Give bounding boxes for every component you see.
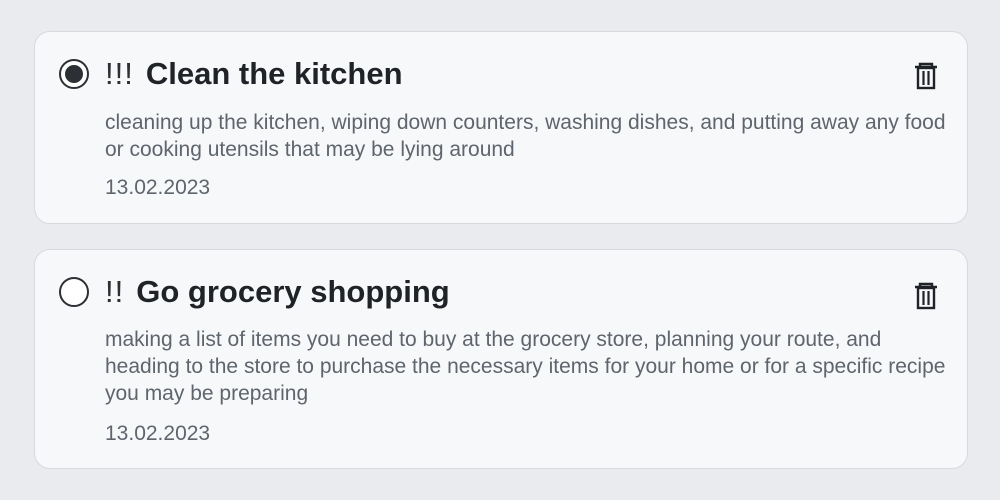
todo-title: Clean the kitchen [145,56,403,91]
todo-card: !! Go grocery shopping making a list of … [34,249,968,469]
todo-card: !!! Clean the kitchen cleaning up the ki… [34,31,968,224]
todo-title-row: !! Go grocery shopping [105,274,450,310]
todo-title-row: !!! Clean the kitchen [105,56,403,92]
todo-complete-radio[interactable] [59,59,89,89]
todo-complete-radio[interactable] [59,277,89,307]
todo-title: Go grocery shopping [136,274,450,309]
todo-priority: !!! [105,56,134,91]
todo-description: making a list of items you need to buy a… [105,328,946,405]
trash-icon[interactable] [913,62,939,90]
todo-priority: !! [105,274,125,309]
trash-icon[interactable] [913,282,939,310]
todo-date: 13.02.2023 [105,176,211,199]
todo-date: 13.02.2023 [105,422,211,445]
todo-description: cleaning up the kitchen, wiping down cou… [105,111,946,161]
